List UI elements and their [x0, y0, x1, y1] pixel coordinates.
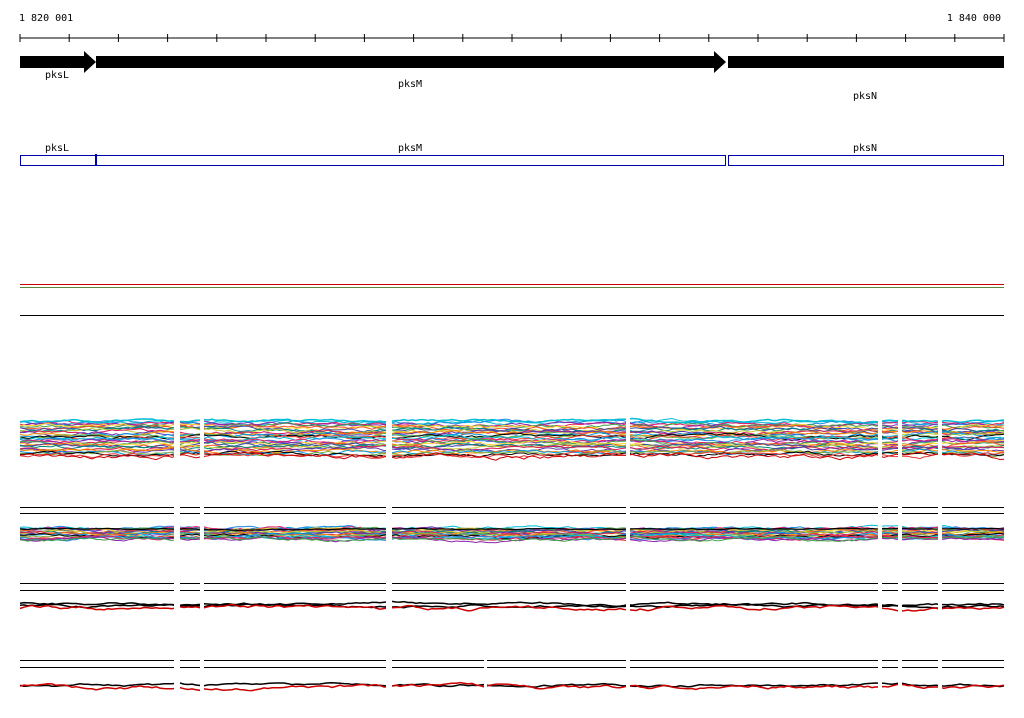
trace-gap [174, 415, 180, 465]
trace-gap [898, 580, 902, 616]
annotation-box-pksM[interactable] [96, 155, 726, 166]
trace-gap [174, 656, 180, 696]
trace-gap [386, 580, 392, 616]
trace-gap [200, 415, 204, 465]
trace-gap [878, 656, 882, 696]
trace-gap [200, 502, 204, 546]
trace-track-1 [19, 415, 1005, 465]
ruler-end-label: 1 840 000 [946, 13, 1001, 24]
genome-track-canvas [19, 34, 1005, 696]
trace-gap [626, 580, 630, 616]
trace-gap [878, 415, 882, 465]
trace-gap [938, 415, 942, 465]
trace-gap [386, 415, 392, 465]
coordinate-ruler [19, 34, 1005, 42]
annotation-box-track[interactable] [20, 154, 1004, 166]
ruler-start-label: 1 820 001 [19, 13, 74, 24]
genome-browser-view: 1 820 001 1 840 000 pksL pksM pksN pksL … [0, 0, 1024, 714]
trace-gap [626, 415, 630, 465]
trace-gap [174, 502, 180, 546]
gene-arrow-pksN[interactable] [728, 56, 1004, 68]
trace-track-4 [19, 656, 1005, 696]
gene-label-pksM[interactable]: pksM [398, 79, 422, 90]
trace-gap [938, 502, 942, 546]
trace-gap [878, 580, 882, 616]
trace-gap [898, 656, 902, 696]
trace-gap [938, 580, 942, 616]
annotation-label-pksL[interactable]: pksL [45, 143, 69, 154]
data-trace-tracks [19, 415, 1005, 696]
flat-line-track [20, 284, 1004, 316]
trace-gap [200, 580, 204, 616]
trace-gap [626, 502, 630, 546]
gene-arrow-pksM[interactable] [96, 51, 726, 73]
annotation-box-pksN[interactable] [728, 155, 1004, 166]
trace-track-3 [19, 580, 1005, 616]
gene-label-pksL[interactable]: pksL [45, 70, 69, 81]
trace-track-2 [19, 502, 1005, 546]
annotation-label-pksN[interactable]: pksN [853, 143, 877, 154]
trace-gap [898, 415, 902, 465]
trace-gap [386, 656, 392, 696]
trace-gap [386, 502, 392, 546]
trace-gap [200, 656, 204, 696]
trace-gap [484, 656, 487, 696]
gene-label-pksN[interactable]: pksN [853, 91, 877, 102]
trace-gap [878, 502, 882, 546]
annotation-label-pksM[interactable]: pksM [398, 143, 422, 154]
trace-gap [626, 656, 630, 696]
annotation-box-pksL[interactable] [20, 155, 96, 166]
trace-gap [938, 656, 942, 696]
gene-arrow-track[interactable] [20, 51, 1004, 73]
trace-gap [174, 580, 180, 616]
trace-gap [898, 502, 902, 546]
